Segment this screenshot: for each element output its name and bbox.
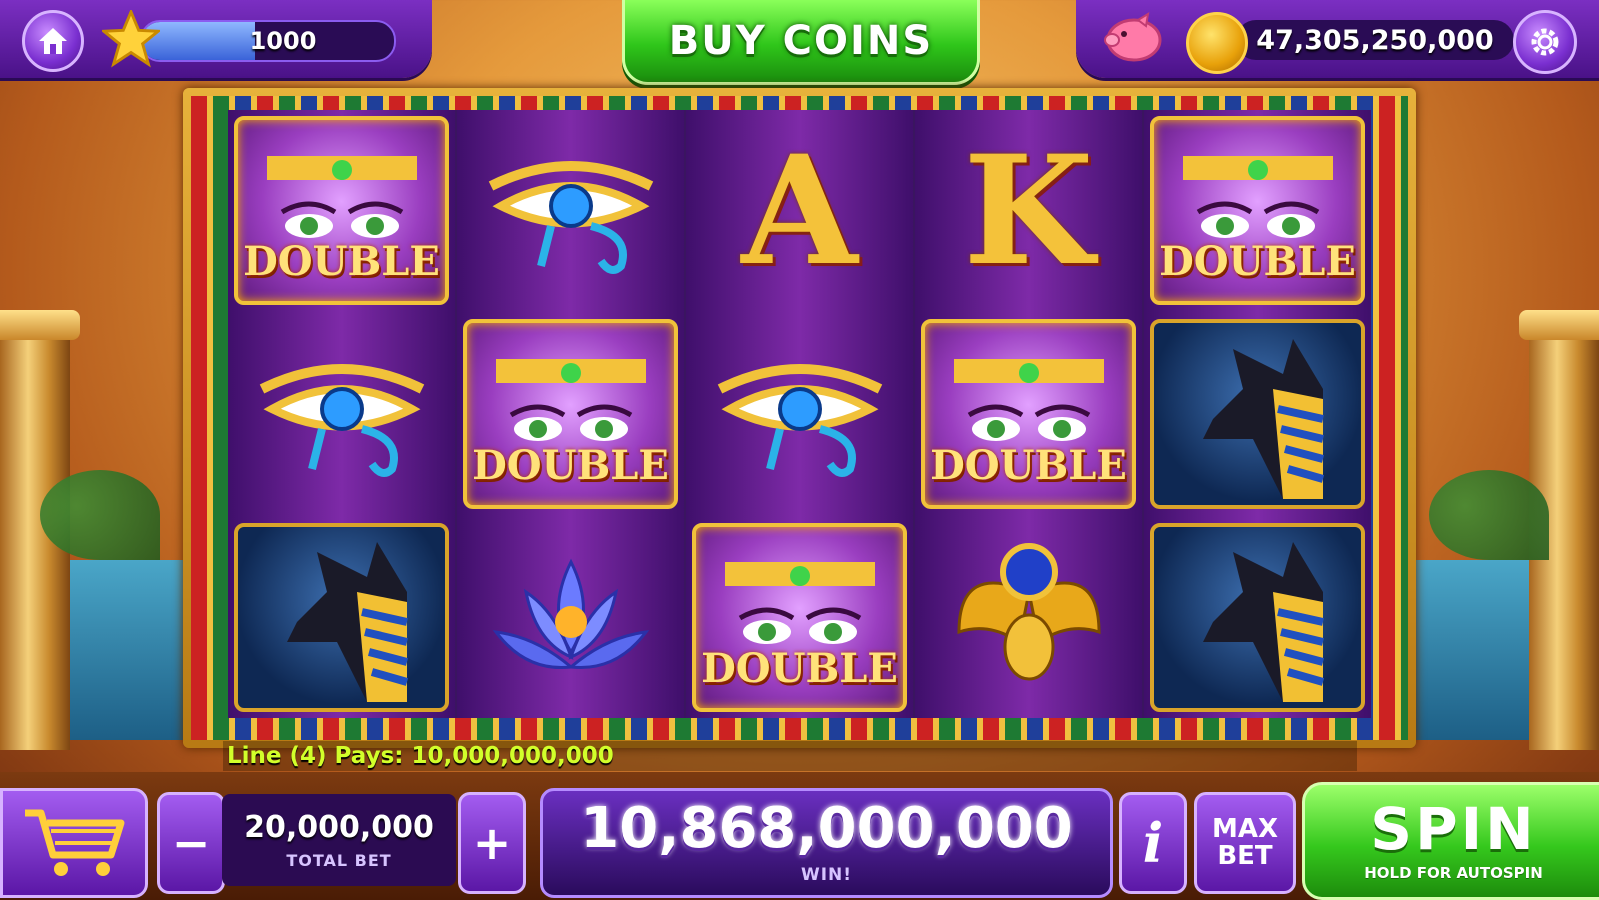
reel-cell: K xyxy=(915,110,1142,311)
reel-cell xyxy=(457,110,684,311)
info-button[interactable]: i xyxy=(1119,792,1187,894)
max-bet-button[interactable]: MAX BET xyxy=(1194,792,1296,894)
reel-5: DOUBLE xyxy=(1144,110,1371,718)
double-symbol: DOUBLE xyxy=(692,522,907,712)
reel-frame: DOUBLE DOUBLE A DOUBLE K DOUBLE DOUBLE xyxy=(183,88,1416,748)
double-label: DOUBLE xyxy=(472,441,669,489)
coin-icon xyxy=(1186,12,1248,74)
reel-cell: DOUBLE xyxy=(228,110,455,311)
reel-2: DOUBLE xyxy=(457,110,684,718)
letter-a-symbol: A xyxy=(741,122,858,299)
lotus-symbol xyxy=(463,523,678,712)
xp-progress-bar: 1000 xyxy=(140,20,396,62)
shop-cart-button[interactable] xyxy=(0,788,148,898)
double-symbol: DOUBLE xyxy=(1150,116,1365,306)
reel-3: A DOUBLE xyxy=(686,110,913,718)
win-label: WIN! xyxy=(800,865,853,885)
anubis-symbol xyxy=(1150,522,1365,712)
buy-coins-button[interactable]: BUY COINS xyxy=(622,0,980,85)
anubis-icon xyxy=(1202,542,1324,703)
spin-sub-label: HOLD FOR AUTOSPIN xyxy=(1364,864,1543,882)
piggy-bank-icon[interactable] xyxy=(1102,12,1164,64)
anubis-icon xyxy=(1202,338,1324,499)
letter-k-symbol: K xyxy=(963,122,1094,299)
decrease-bet-button[interactable]: − xyxy=(157,792,225,894)
double-symbol: DOUBLE xyxy=(234,116,449,306)
anubis-symbol xyxy=(234,522,449,712)
palm-left xyxy=(40,470,160,560)
spin-label: SPIN xyxy=(1370,795,1537,863)
payline-message: Line (4) Pays: 10,000,000,000 xyxy=(223,741,1357,771)
spin-button[interactable]: SPIN HOLD FOR AUTOSPIN xyxy=(1302,782,1599,900)
reel-4: K DOUBLE xyxy=(915,110,1142,718)
scarab-icon xyxy=(956,543,1101,681)
double-symbol: DOUBLE xyxy=(921,319,1136,509)
reel-cell: A xyxy=(686,110,913,311)
star-icon xyxy=(102,10,160,68)
home-button[interactable] xyxy=(22,10,84,72)
home-icon xyxy=(39,28,67,54)
eye-of-horus-symbol xyxy=(463,116,678,305)
total-bet-display: 20,000,000 TOTAL BET xyxy=(222,794,456,886)
increase-bet-button[interactable]: + xyxy=(458,792,526,894)
anubis-icon xyxy=(286,542,408,703)
scarab-symbol xyxy=(921,523,1136,712)
eye-of-horus-icon xyxy=(259,363,424,477)
palm-right xyxy=(1429,470,1549,560)
anubis-symbol xyxy=(1150,319,1365,509)
total-bet-value: 20,000,000 xyxy=(244,810,434,845)
lotus-icon xyxy=(492,558,649,670)
reel-cell: DOUBLE xyxy=(686,517,913,718)
double-symbol: DOUBLE xyxy=(463,319,678,509)
coin-balance: 47,305,250,000 xyxy=(1236,20,1514,60)
settings-button[interactable] xyxy=(1513,10,1577,74)
win-value: 10,868,000,000 xyxy=(580,796,1073,861)
reel-cell xyxy=(228,313,455,514)
top-left-panel: 1000 xyxy=(0,0,432,78)
xp-value: 1000 xyxy=(249,27,317,55)
eye-of-horus-icon xyxy=(717,363,882,477)
eye-of-horus-icon xyxy=(488,160,653,274)
cart-icon xyxy=(25,809,125,876)
reel-cell: DOUBLE xyxy=(457,313,684,514)
reel-cell xyxy=(457,517,684,718)
gear-icon xyxy=(1531,28,1559,56)
reel-grid: DOUBLE DOUBLE A DOUBLE K DOUBLE DOUBLE xyxy=(228,110,1371,718)
reel-cell: DOUBLE xyxy=(915,313,1142,514)
reel-cell: DOUBLE xyxy=(1144,110,1371,311)
double-label: DOUBLE xyxy=(930,441,1127,489)
double-label: DOUBLE xyxy=(243,238,440,286)
reel-1: DOUBLE xyxy=(228,110,455,718)
reel-cell xyxy=(686,313,913,514)
reel-cell xyxy=(228,517,455,718)
eye-of-horus-symbol xyxy=(692,319,907,508)
reel-cell xyxy=(1144,313,1371,514)
double-label: DOUBLE xyxy=(701,644,898,692)
reel-cell xyxy=(915,517,1142,718)
reel-cell xyxy=(1144,517,1371,718)
double-label: DOUBLE xyxy=(1159,238,1356,286)
eye-of-horus-symbol xyxy=(234,319,449,508)
total-bet-label: TOTAL BET xyxy=(286,851,392,870)
win-display: 10,868,000,000 WIN! xyxy=(540,788,1113,898)
top-right-panel: 47,305,250,000 xyxy=(1076,0,1599,78)
